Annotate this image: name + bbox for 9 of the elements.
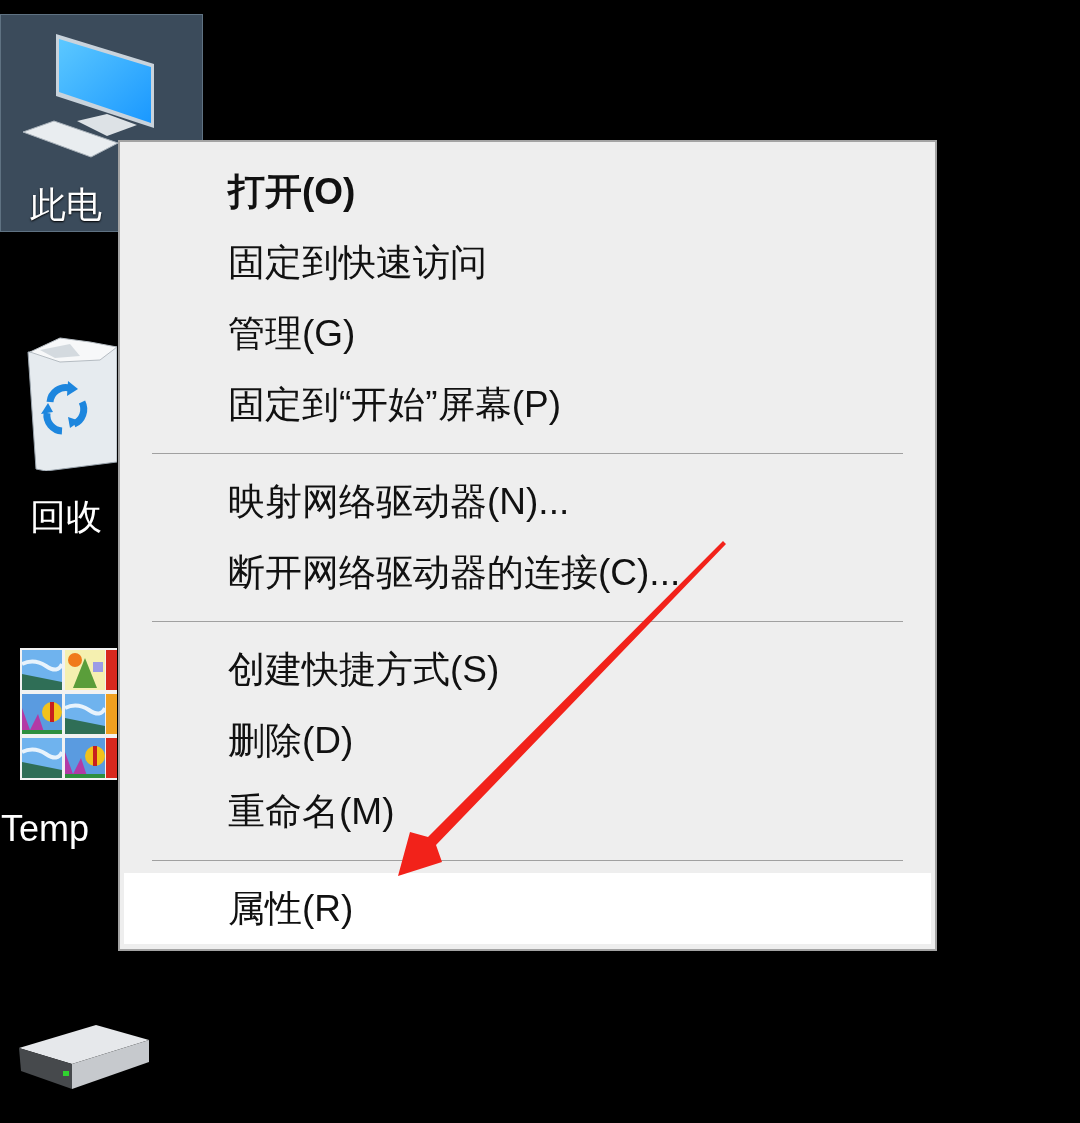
menu-item[interactable]: 管理(G) [124,298,931,369]
hard-drive-icon [18,1024,150,1090]
menu-item[interactable]: 固定到“开始”屏幕(P) [124,369,931,440]
menu-item[interactable]: 断开网络驱动器的连接(C)... [124,537,931,608]
menu-item[interactable]: 映射网络驱动器(N)... [124,466,931,537]
menu-item[interactable]: 创建快捷方式(S) [124,634,931,705]
menu-item[interactable]: 删除(D) [124,705,931,776]
menu-item[interactable]: 属性(R) [124,873,931,944]
menu-item[interactable]: 重命名(M) [124,776,931,847]
